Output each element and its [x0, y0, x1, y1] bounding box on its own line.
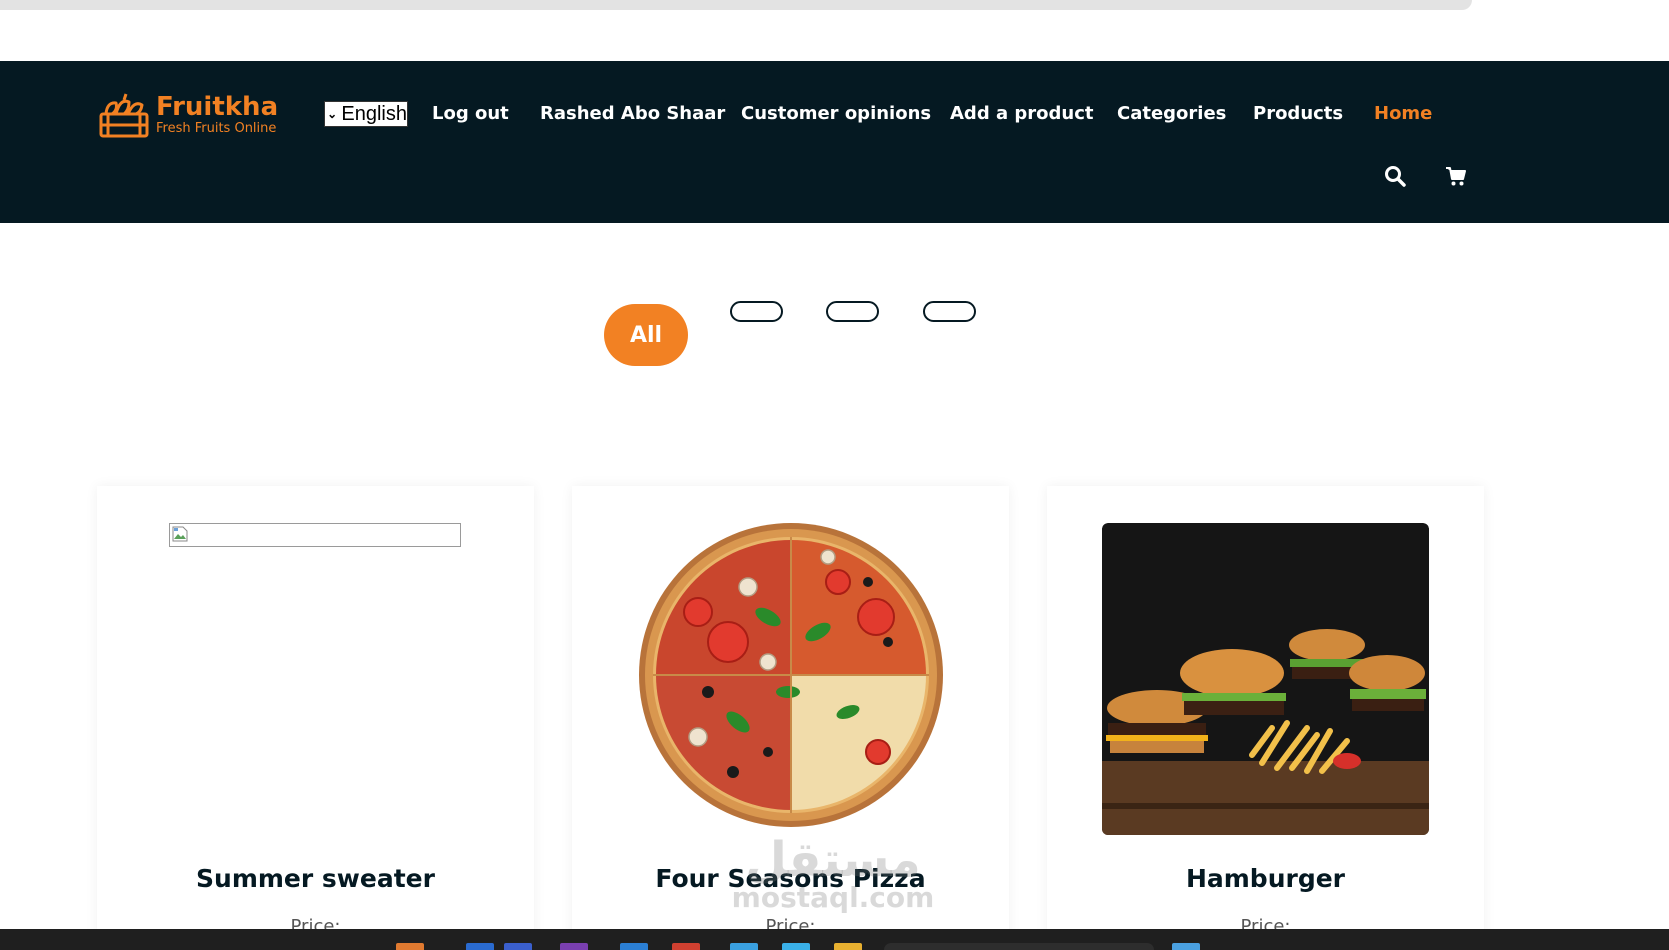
nav-products[interactable]: Products — [1253, 101, 1343, 127]
site-logo[interactable]: Fruitkha Fresh Fruits Online — [98, 92, 278, 140]
nav-home[interactable]: Home — [1374, 101, 1432, 127]
filter-all-button[interactable]: All — [604, 304, 688, 366]
pizza-image — [639, 523, 943, 827]
taskbar-app-icon[interactable] — [560, 943, 588, 950]
watermark-arabic: مستقل — [745, 832, 921, 888]
taskbar-app-icon[interactable] — [466, 943, 494, 950]
logo-name: Fruitkha — [156, 92, 279, 122]
nav-add-product[interactable]: Add a product — [950, 101, 1093, 127]
taskbar-app-icon[interactable] — [396, 943, 424, 950]
fruit-basket-icon — [99, 93, 149, 138]
product-card[interactable]: Summer sweater Price: — [97, 486, 534, 950]
hamburger-image — [1102, 523, 1429, 835]
filter-button-empty[interactable] — [730, 301, 783, 322]
taskbar-app-icon[interactable] — [730, 943, 758, 950]
logo-tagline: Fresh Fruits Online — [156, 121, 277, 136]
language-select-value: English — [341, 102, 407, 125]
taskbar-start-icon[interactable] — [1172, 943, 1200, 950]
browser-scrollbar[interactable] — [0, 0, 1472, 10]
product-title: Summer sweater — [196, 864, 435, 893]
cart-icon[interactable] — [1445, 165, 1467, 187]
search-icon[interactable] — [1384, 165, 1406, 187]
filter-button-empty[interactable] — [826, 301, 879, 322]
language-select[interactable]: ⌄ English — [324, 101, 408, 127]
taskbar-app-icon[interactable] — [672, 943, 700, 950]
taskbar-search-box[interactable] — [884, 943, 1154, 950]
navbar — [0, 61, 1669, 223]
product-title: Hamburger — [1185, 864, 1346, 893]
chevron-down-icon: ⌄ — [327, 107, 338, 121]
taskbar-app-icon[interactable] — [782, 943, 810, 950]
taskbar-app-icon[interactable] — [620, 943, 648, 950]
nav-customer-opinions[interactable]: Customer opinions — [741, 101, 931, 127]
watermark-url: mostaql.com — [731, 881, 935, 914]
nav-logout[interactable]: Log out — [432, 101, 509, 127]
nav-user-profile[interactable]: Rashed Abo Shaar — [540, 101, 725, 127]
product-card[interactable]: Hamburger Price: — [1047, 486, 1484, 950]
watermark: مستقل mostaql.com — [728, 836, 938, 912]
taskbar-app-icon[interactable] — [504, 943, 532, 950]
broken-image-icon — [169, 523, 461, 547]
filter-button-empty[interactable] — [923, 301, 976, 322]
nav-categories[interactable]: Categories — [1117, 101, 1226, 127]
taskbar-app-icon[interactable] — [834, 943, 862, 950]
